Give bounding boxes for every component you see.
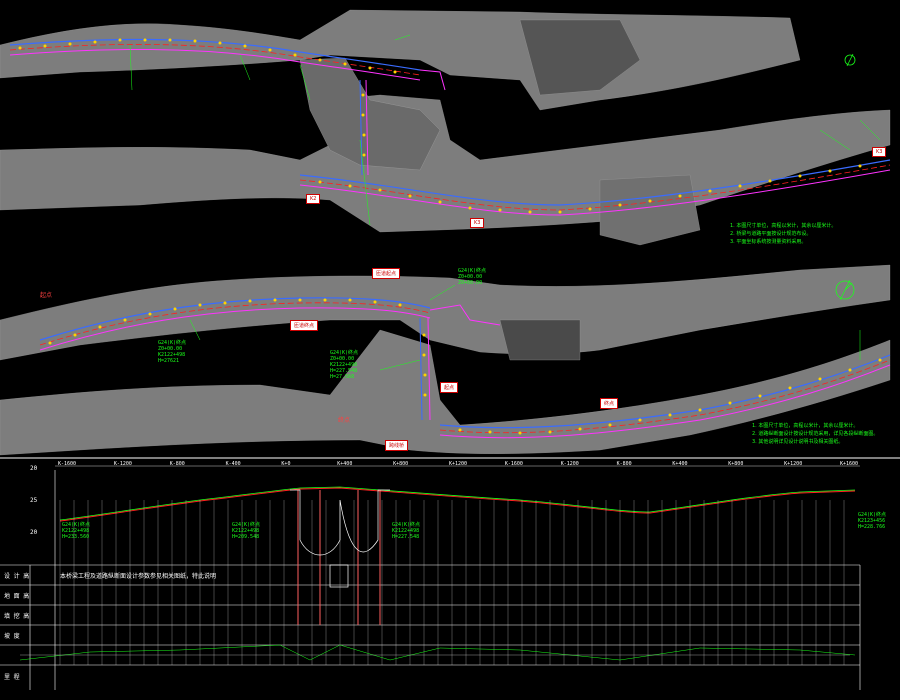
terrain-top (0, 9, 891, 246)
chainage-label: K-800 (169, 461, 185, 467)
plan-bottom-green-mid: G24(K)终点 Z0+00.00 K2122+498 H=227.548 H=… (330, 350, 359, 380)
profile-elev-tick-3: 20 (30, 529, 38, 536)
plan-bottom-tag-2: 匝道终点 (290, 320, 319, 331)
plan-top-tag-right: K3 (872, 147, 887, 157)
cad-drawing (0, 9, 900, 690)
plan-bottom-note-2: 2. 道路纵断面设计按设计规范采用，详见各段纵断面图。 (752, 431, 879, 437)
plan-bottom-note-3: 3. 其他说明详见设计说明书及相关图纸。 (752, 439, 844, 445)
chainage-label: K+0 (281, 461, 291, 467)
plan-bottom-left-label: 起点 (40, 292, 53, 299)
profile-elev-tick-1: 20 (30, 465, 38, 472)
plan-bottom-tag-1: 匝道起点 (372, 268, 401, 279)
profile-frame (0, 470, 861, 690)
chainage-label: K+1200 (449, 461, 468, 467)
chainage-label: K-1200 (560, 461, 579, 467)
plan-bottom-left-label-2: 终点 (338, 417, 351, 424)
plan-bottom-tag-4: 终点 (600, 398, 619, 409)
profile-row-label-5: 里 程 (4, 674, 20, 681)
plan-top-tag-left: K2 (306, 194, 321, 204)
chainage-label: K+1600 (840, 461, 859, 467)
chainage-label: K-1200 (113, 461, 132, 467)
plan-bottom-tag-3: 起点 (440, 382, 459, 393)
chainage-label: K-1600 (504, 461, 523, 467)
chainage-label: K-1600 (58, 461, 77, 467)
station-lines (59, 500, 845, 665)
profile-row-label-3: 填 挖 高 (4, 613, 30, 620)
profile-row-label-2: 地 面 高 (4, 593, 30, 600)
plan-top-tag-mid: K3 (470, 218, 485, 228)
plan-top-note-3: 3. 平面坐标系统按测量资料采用。 (730, 239, 807, 245)
profile-block-mid: G24(K)终点 K2122+498 H=209.548 (232, 522, 261, 540)
profile-remark-row: 本桥梁工程及道路纵断面设计参数参见相关图纸，特此说明 (60, 573, 217, 580)
plan-top-note-2: 2. 桥梁与道路平面按设计规范布设。 (730, 231, 812, 237)
profile-row-label-4: 坡 度 (4, 633, 20, 640)
chainage-label: K+1200 (784, 461, 803, 467)
chainage-label: K+400 (337, 461, 353, 467)
plan-bottom-green-top: G24(K)终点 Z0+00.00 Z0+00.00 (458, 268, 487, 286)
plan-top-note-1: 1. 本图尺寸单位，高程以米计，其余以厘米计。 (730, 223, 837, 229)
chainage-label: K+800 (728, 461, 744, 467)
profile-block-right: G24(K)终点 K2123+456 H=228.766 (858, 512, 887, 530)
grade-line (19, 644, 856, 661)
profile-lines (59, 486, 856, 522)
profile-row-label-1: 设 计 高 (4, 573, 30, 580)
plan-bottom-green-left: G24(K)终点 Z0+00.00 K2122+498 H=27621 (158, 340, 187, 364)
profile-block-mid2: G24(K)终点 K2122+498 H=227.548 (392, 522, 421, 540)
plan-bottom-note-1: 1. 本图尺寸单位，高程以米计，其余以厘米计。 (752, 423, 859, 429)
chainage-label: K-800 (616, 461, 632, 467)
plan-bottom-tag-5: 跨线桥 (385, 440, 409, 451)
chainage-label: K-400 (225, 461, 241, 467)
plan-bottom-notes: 1. 本图尺寸单位，高程以米计，其余以厘米计。 2. 道路纵断面设计按设计规范采… (752, 422, 878, 446)
profile-block-left: G24(K)终点 K2122+498 H=233.560 (62, 522, 91, 540)
chainage-label: K+400 (672, 461, 688, 467)
plan-top-notes: 1. 本图尺寸单位，高程以米计，其余以厘米计。 2. 桥梁与道路平面按设计规范布… (730, 222, 836, 246)
profile-elev-tick-2: 25 (30, 497, 38, 504)
chainage-label: K+800 (393, 461, 409, 467)
